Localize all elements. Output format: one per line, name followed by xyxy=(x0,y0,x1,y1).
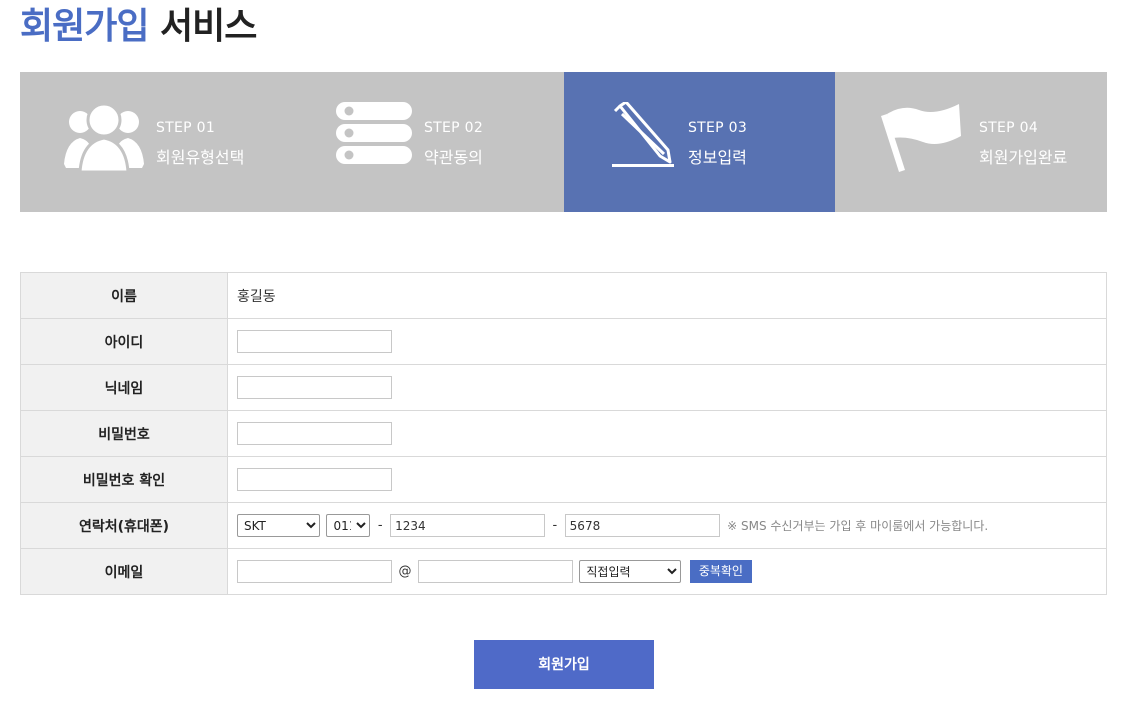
email-domain-input[interactable] xyxy=(417,560,573,583)
nickname-input[interactable] xyxy=(237,376,392,399)
step-2-label: 약관동의 xyxy=(424,148,483,167)
password-confirm-input[interactable] xyxy=(237,468,392,491)
password-input[interactable] xyxy=(237,422,392,445)
phone-label: 연락처(휴대폰) xyxy=(20,502,228,549)
form-row-nickname: 닉네임 xyxy=(20,364,1107,411)
password-label: 비밀번호 xyxy=(20,410,228,457)
sms-note: ※ SMS 수신거부는 가입 후 마이룸에서 가능합니다. xyxy=(727,519,989,533)
signup-form: 이름 홍길동 아이디 닉네임 비밀번호 비밀번호 확인 연락처(휴대폰) SKT… xyxy=(20,272,1107,595)
phone-dash-2: - xyxy=(552,518,558,533)
page-title-rest: 서비스 xyxy=(160,6,257,47)
step-2: STEP 02 약관동의 xyxy=(292,72,564,212)
email-at-sign: @ xyxy=(398,564,412,579)
duplicate-check-button[interactable]: 중복확인 xyxy=(689,560,752,583)
email-domain-select[interactable]: 직접입력 xyxy=(579,560,682,583)
page-title-accent: 회원가입 xyxy=(20,6,149,47)
password-confirm-label: 비밀번호 확인 xyxy=(20,456,228,503)
email-id-input[interactable] xyxy=(237,560,392,583)
step-4: STEP 04 회원가입완료 xyxy=(835,72,1107,212)
step-2-number: STEP 02 xyxy=(424,120,484,136)
pencil-icon xyxy=(612,100,674,172)
step-4-label: 회원가입완료 xyxy=(979,148,1068,167)
phone-last-input[interactable] xyxy=(564,514,720,537)
step-4-number: STEP 04 xyxy=(979,120,1039,136)
phone-prefix-select[interactable]: 011 xyxy=(326,514,371,537)
name-label: 이름 xyxy=(20,272,228,319)
step-1-label: 회원유형선택 xyxy=(156,148,245,167)
step-1-number: STEP 01 xyxy=(156,120,216,136)
phone-dash-1: - xyxy=(377,518,383,533)
nickname-label: 닉네임 xyxy=(20,364,228,411)
flag-icon xyxy=(879,102,965,178)
form-row-password-confirm: 비밀번호 확인 xyxy=(20,456,1107,503)
form-row-name: 이름 홍길동 xyxy=(20,272,1107,319)
email-label: 이메일 xyxy=(20,548,228,595)
step-3-label: 정보입력 xyxy=(688,148,747,167)
id-input[interactable] xyxy=(237,330,392,353)
phone-middle-input[interactable] xyxy=(390,514,546,537)
form-row-email: 이메일 @ 직접입력 중복확인 xyxy=(20,548,1107,595)
list-icon xyxy=(336,102,412,172)
signup-submit-button[interactable]: 회원가입 xyxy=(474,640,654,689)
form-row-id: 아이디 xyxy=(20,318,1107,365)
form-row-phone: 연락처(휴대폰) SKT 011 - - ※ SMS 수신거부는 가입 후 마이… xyxy=(20,502,1107,549)
step-progress-bar: STEP 01 회원유형선택 STEP 02 약관동의 STEP 03 정보입력… xyxy=(20,72,1107,212)
page-title: 회원가입 서비스 xyxy=(20,4,257,50)
users-icon xyxy=(64,102,144,178)
name-value: 홍길동 xyxy=(227,272,1107,319)
step-3-active: STEP 03 정보입력 xyxy=(564,72,835,212)
form-row-password: 비밀번호 xyxy=(20,410,1107,457)
step-1: STEP 01 회원유형선택 xyxy=(20,72,292,212)
carrier-select[interactable]: SKT xyxy=(237,514,320,537)
id-label: 아이디 xyxy=(20,318,228,365)
step-3-number: STEP 03 xyxy=(688,120,748,136)
